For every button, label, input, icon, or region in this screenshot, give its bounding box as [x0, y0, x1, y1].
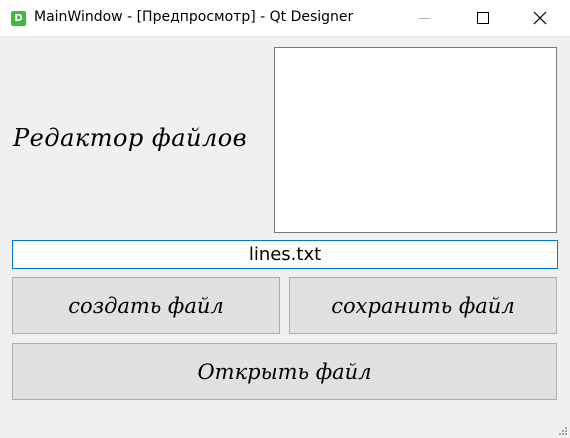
- maximize-button[interactable]: [460, 0, 506, 36]
- file-preview-area[interactable]: [274, 47, 557, 233]
- open-file-button[interactable]: Открыть файл: [12, 343, 557, 400]
- close-icon: [533, 11, 547, 25]
- editor-heading-label: Редактор файлов: [13, 124, 248, 152]
- close-button[interactable]: [517, 0, 563, 36]
- main-window: D MainWindow - [Предпросмотр] - Qt Desig…: [0, 0, 570, 438]
- window-title: MainWindow - [Предпросмотр] - Qt Designe…: [34, 9, 354, 25]
- qt-designer-icon[interactable]: D: [11, 11, 26, 26]
- minimize-icon: [419, 18, 430, 19]
- title-bar[interactable]: D MainWindow - [Предпросмотр] - Qt Desig…: [0, 0, 570, 37]
- filename-input[interactable]: [12, 240, 558, 269]
- save-file-button[interactable]: сохранить файл: [289, 277, 557, 334]
- maximize-icon: [477, 12, 489, 24]
- minimize-button[interactable]: [401, 0, 447, 36]
- create-file-button[interactable]: создать файл: [12, 277, 280, 334]
- size-grip-icon[interactable]: [557, 425, 567, 435]
